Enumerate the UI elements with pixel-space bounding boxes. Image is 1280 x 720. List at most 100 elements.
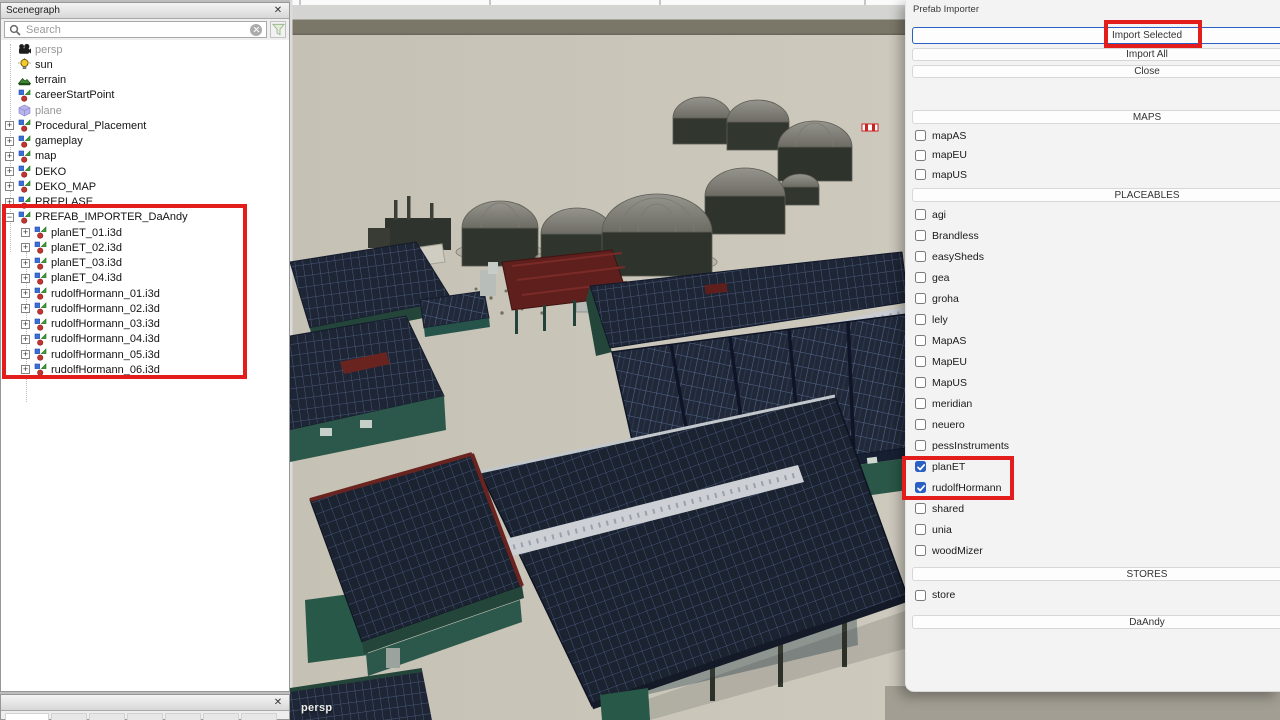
daandy-section-header[interactable]: DaAndy bbox=[912, 615, 1280, 629]
checkbox-row-planET[interactable]: planET bbox=[915, 456, 1275, 477]
tree-item-planET_02.i3d[interactable]: +planET_02.i3d bbox=[1, 240, 289, 255]
tree-item-planET_01.i3d[interactable]: +planET_01.i3d bbox=[1, 225, 289, 240]
checked-checkbox-planET[interactable] bbox=[915, 461, 926, 472]
expand-icon[interactable]: + bbox=[5, 182, 14, 191]
tree-item-rudolfHormann_02.i3d[interactable]: +rudolfHormann_02.i3d bbox=[1, 301, 289, 316]
import-all-button[interactable]: Import All bbox=[912, 48, 1280, 61]
unchecked-checkbox-MapEU[interactable] bbox=[915, 356, 926, 367]
checkbox-row-MapEU[interactable]: MapEU bbox=[915, 351, 1275, 372]
checkbox-row-mapUS[interactable]: mapUS bbox=[915, 165, 1275, 185]
unchecked-checkbox-MapAS[interactable] bbox=[915, 335, 926, 346]
checkbox-row-Brandless[interactable]: Brandless bbox=[915, 225, 1275, 246]
tree-item-rudolfHormann_03.i3d[interactable]: +rudolfHormann_03.i3d bbox=[1, 317, 289, 332]
import-selected-button[interactable]: Import Selected bbox=[912, 27, 1280, 44]
collapse-icon[interactable]: − bbox=[5, 213, 14, 222]
unchecked-checkbox-pessInstruments[interactable] bbox=[915, 440, 926, 451]
unchecked-checkbox-groha[interactable] bbox=[915, 293, 926, 304]
expand-icon[interactable]: + bbox=[21, 274, 30, 283]
unchecked-checkbox-easySheds[interactable] bbox=[915, 251, 926, 262]
unchecked-checkbox-neuero[interactable] bbox=[915, 419, 926, 430]
tree-item-terrain[interactable]: terrain bbox=[1, 73, 289, 88]
checkbox-row-lely[interactable]: lely bbox=[915, 309, 1275, 330]
tree-item-careerStartPoint[interactable]: careerStartPoint bbox=[1, 88, 289, 103]
tree-item-map[interactable]: +map bbox=[1, 149, 289, 164]
unchecked-checkbox-gea[interactable] bbox=[915, 272, 926, 283]
checkbox-row-meridian[interactable]: meridian bbox=[915, 393, 1275, 414]
tree-item-rudolfHormann_05.i3d[interactable]: +rudolfHormann_05.i3d bbox=[1, 347, 289, 362]
clear-search-icon[interactable] bbox=[250, 24, 262, 36]
expand-icon[interactable]: + bbox=[21, 365, 30, 374]
unchecked-checkbox-woodMizer[interactable] bbox=[915, 545, 926, 556]
toolbar-cell[interactable] bbox=[203, 713, 239, 720]
checkbox-row-MapAS[interactable]: MapAS bbox=[915, 330, 1275, 351]
close-icon[interactable] bbox=[272, 5, 284, 17]
tree-item-rudolfHormann_01.i3d[interactable]: +rudolfHormann_01.i3d bbox=[1, 286, 289, 301]
checkbox-row-unia[interactable]: unia bbox=[915, 519, 1275, 540]
unchecked-checkbox-mapUS[interactable] bbox=[915, 169, 926, 180]
toolbar-cell[interactable] bbox=[127, 713, 163, 720]
tree-item-persp[interactable]: persp bbox=[1, 42, 289, 57]
tree-item-PREPLASE[interactable]: +PREPLASE bbox=[1, 195, 289, 210]
tree-item-rudolfHormann_04.i3d[interactable]: +rudolfHormann_04.i3d bbox=[1, 332, 289, 347]
expand-icon[interactable]: + bbox=[5, 167, 14, 176]
unchecked-checkbox-Brandless[interactable] bbox=[915, 230, 926, 241]
checkbox-row-groha[interactable]: groha bbox=[915, 288, 1275, 309]
expand-icon[interactable]: + bbox=[21, 335, 30, 344]
toolbar-cell[interactable] bbox=[5, 713, 49, 720]
checkbox-row-mapAS[interactable]: mapAS bbox=[915, 126, 1275, 146]
close-button[interactable]: Close bbox=[912, 65, 1280, 78]
filter-button[interactable] bbox=[270, 21, 286, 38]
expand-icon[interactable]: + bbox=[5, 198, 14, 207]
checkbox-row-store[interactable]: store bbox=[915, 588, 1275, 602]
expand-icon[interactable]: + bbox=[21, 320, 30, 329]
tree-item-plane[interactable]: plane bbox=[1, 103, 289, 118]
expand-icon[interactable]: + bbox=[21, 289, 30, 298]
expand-icon[interactable]: + bbox=[21, 243, 30, 252]
unchecked-checkbox-store[interactable] bbox=[915, 590, 926, 601]
tree-item-sun[interactable]: sun bbox=[1, 57, 289, 72]
toolbar-cell[interactable] bbox=[51, 713, 87, 720]
tree-item-DEKO[interactable]: +DEKO bbox=[1, 164, 289, 179]
tree-item-DEKO_MAP[interactable]: +DEKO_MAP bbox=[1, 179, 289, 194]
unchecked-checkbox-mapAS[interactable] bbox=[915, 130, 926, 141]
unchecked-checkbox-agi[interactable] bbox=[915, 209, 926, 220]
expand-icon[interactable]: + bbox=[5, 137, 14, 146]
unchecked-checkbox-unia[interactable] bbox=[915, 524, 926, 535]
tree-item-planET_04.i3d[interactable]: +planET_04.i3d bbox=[1, 271, 289, 286]
expand-icon[interactable]: + bbox=[21, 304, 30, 313]
tree-item-gameplay[interactable]: +gameplay bbox=[1, 134, 289, 149]
tree-item-rudolfHormann_06.i3d[interactable]: +rudolfHormann_06.i3d bbox=[1, 362, 289, 377]
search-input[interactable]: Search bbox=[4, 21, 267, 38]
close-icon[interactable] bbox=[272, 697, 284, 709]
tree-item-Procedural_Placement[interactable]: +Procedural_Placement bbox=[1, 118, 289, 133]
unchecked-checkbox-shared[interactable] bbox=[915, 503, 926, 514]
checkbox-row-MapUS[interactable]: MapUS bbox=[915, 372, 1275, 393]
expand-icon[interactable]: + bbox=[5, 121, 14, 130]
checked-checkbox-rudolfHormann[interactable] bbox=[915, 482, 926, 493]
unchecked-checkbox-MapUS[interactable] bbox=[915, 377, 926, 388]
toolbar-cell[interactable] bbox=[89, 713, 125, 720]
tree-item-PREFAB_IMPORTER_DaAndy[interactable]: −PREFAB_IMPORTER_DaAndy bbox=[1, 210, 289, 225]
expand-icon[interactable]: + bbox=[5, 152, 14, 161]
toolbar-cell[interactable] bbox=[165, 713, 201, 720]
unchecked-checkbox-mapEU[interactable] bbox=[915, 150, 926, 161]
checkbox-row-pessInstruments[interactable]: pessInstruments bbox=[915, 435, 1275, 456]
stores-section-header[interactable]: STORES bbox=[912, 567, 1280, 581]
maps-section-header[interactable]: MAPS bbox=[912, 110, 1280, 124]
expand-icon[interactable]: + bbox=[21, 259, 30, 268]
checkbox-row-rudolfHormann[interactable]: rudolfHormann bbox=[915, 477, 1275, 498]
checkbox-row-agi[interactable]: agi bbox=[915, 204, 1275, 225]
unchecked-checkbox-lely[interactable] bbox=[915, 314, 926, 325]
checkbox-row-woodMizer[interactable]: woodMizer bbox=[915, 540, 1275, 561]
placeables-section-header[interactable]: PLACEABLES bbox=[912, 188, 1280, 202]
checkbox-row-neuero[interactable]: neuero bbox=[915, 414, 1275, 435]
unchecked-checkbox-meridian[interactable] bbox=[915, 398, 926, 409]
expand-icon[interactable]: + bbox=[21, 350, 30, 359]
checkbox-row-shared[interactable]: shared bbox=[915, 498, 1275, 519]
toolbar-cell[interactable] bbox=[241, 713, 277, 720]
checkbox-row-mapEU[interactable]: mapEU bbox=[915, 146, 1275, 166]
checkbox-row-easySheds[interactable]: easySheds bbox=[915, 246, 1275, 267]
tree-item-planET_03.i3d[interactable]: +planET_03.i3d bbox=[1, 256, 289, 271]
expand-icon[interactable]: + bbox=[21, 228, 30, 237]
checkbox-row-gea[interactable]: gea bbox=[915, 267, 1275, 288]
